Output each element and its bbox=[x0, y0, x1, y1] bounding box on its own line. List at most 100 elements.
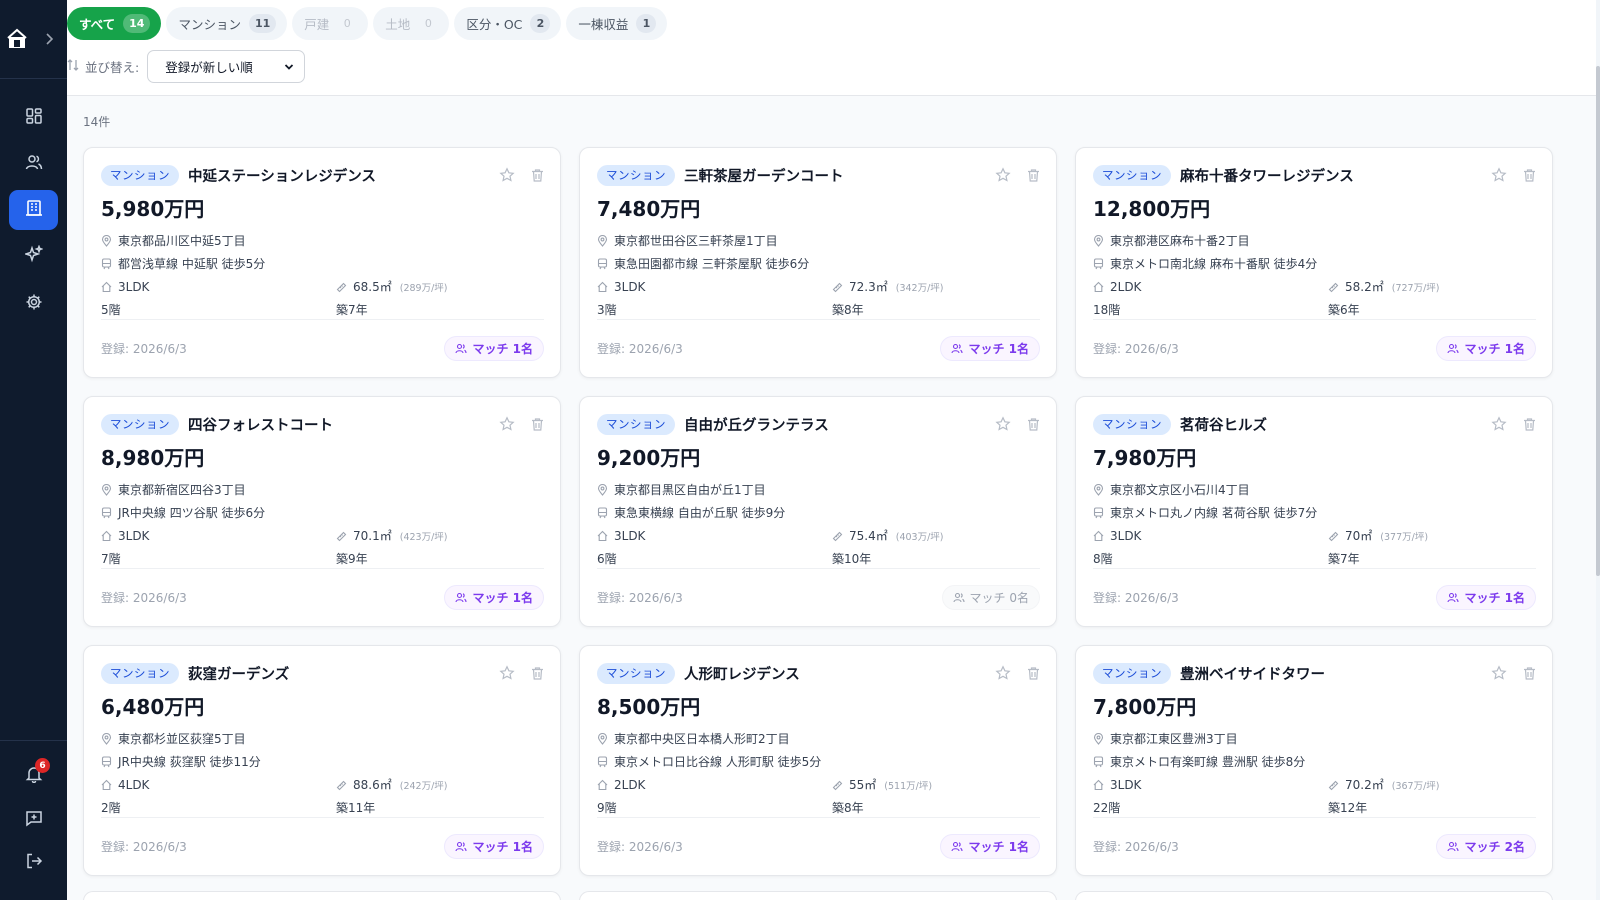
spec-row: 22階 築12年 bbox=[1093, 796, 1536, 819]
match-button[interactable]: マッチ 1名 bbox=[940, 336, 1040, 361]
trash-icon[interactable] bbox=[1520, 664, 1538, 682]
property-area: 68.5㎡ bbox=[353, 280, 392, 294]
property-card[interactable]: マンション 人形町レジデンス 8,500万円 東京都中央区日本橋人形町2丁目 東京メトロ… bbox=[579, 645, 1057, 876]
property-card[interactable]: マンション 豊洲ベイサイドタワー 7,800万円 東京都江東区豊洲3丁目 東京メトロ有楽… bbox=[1075, 645, 1553, 876]
tab-category[interactable]: 区分・OC 2 bbox=[454, 7, 562, 40]
home-logo-icon[interactable] bbox=[4, 26, 30, 52]
map-pin-icon bbox=[597, 483, 610, 496]
property-card[interactable]: マンション 四谷フォレストコート 8,980万円 東京都新宿区四谷3丁目 JR中央線 四… bbox=[83, 396, 561, 627]
property-layout: 3LDK bbox=[1110, 777, 1142, 792]
trash-icon[interactable] bbox=[1024, 415, 1042, 433]
card-actions bbox=[498, 415, 546, 433]
nav-logout[interactable] bbox=[9, 843, 58, 883]
registered-date: 登録: 2026/6/3 bbox=[101, 591, 187, 605]
nav-ai-matching[interactable] bbox=[9, 236, 58, 276]
card-footer: 登録: 2026/6/3 マッチ 1名 bbox=[101, 568, 544, 626]
property-grid: マンション 中延ステーションレジデンス 5,980万円 東京都品川区中延5丁目 都営浅草… bbox=[83, 147, 1580, 876]
tab-category[interactable]: 土地 0 bbox=[373, 7, 450, 40]
nav-customers[interactable] bbox=[9, 144, 58, 184]
property-card-partial[interactable] bbox=[1075, 891, 1553, 900]
trash-icon[interactable] bbox=[528, 664, 546, 682]
address-line: 東京都世田谷区三軒茶屋1丁目 bbox=[597, 229, 1040, 252]
property-name[interactable]: 茗荷谷ヒルズ bbox=[1180, 414, 1267, 435]
property-type-badge: マンション bbox=[1093, 413, 1171, 435]
ruler-icon bbox=[832, 530, 845, 542]
match-label: マッチ 1名 bbox=[472, 342, 533, 356]
property-type-badge: マンション bbox=[597, 164, 675, 186]
address-line: 東京都杉並区荻窪5丁目 bbox=[101, 727, 544, 750]
property-card[interactable]: マンション 自由が丘グランテラス 9,200万円 東京都目黒区自由が丘1丁目 東急東横線… bbox=[579, 396, 1057, 627]
star-icon[interactable] bbox=[1490, 664, 1508, 682]
match-button[interactable]: マッチ 1名 bbox=[444, 336, 544, 361]
match-button[interactable]: マッチ 1名 bbox=[444, 585, 544, 610]
match-button[interactable]: マッチ 1名 bbox=[1436, 585, 1536, 610]
match-button[interactable]: マッチ 1名 bbox=[444, 834, 544, 859]
scrollbar-track[interactable] bbox=[1596, 0, 1600, 900]
chevron-right-icon[interactable] bbox=[42, 30, 56, 48]
property-name[interactable]: 豊洲ベイサイドタワー bbox=[1180, 663, 1325, 684]
ruler-icon bbox=[1328, 779, 1341, 791]
property-name[interactable]: 麻布十番タワーレジデンス bbox=[1180, 165, 1354, 186]
property-card[interactable]: マンション 茗荷谷ヒルズ 7,980万円 東京都文京区小石川4丁目 東京メトロ丸ノ内線 … bbox=[1075, 396, 1553, 627]
star-icon[interactable] bbox=[498, 664, 516, 682]
star-icon[interactable] bbox=[994, 664, 1012, 682]
tab-count-badge: 14 bbox=[123, 14, 151, 33]
star-icon[interactable] bbox=[498, 166, 516, 184]
property-card-partial[interactable] bbox=[83, 891, 561, 900]
match-button[interactable]: マッチ 2名 bbox=[1436, 834, 1536, 859]
match-button[interactable]: マッチ 1名 bbox=[1436, 336, 1536, 361]
property-price: 6,480万円 bbox=[101, 695, 205, 719]
card-actions bbox=[498, 166, 546, 184]
card-footer: 登録: 2026/6/3 マッチ 1名 bbox=[597, 319, 1040, 377]
spec-row: 3LDK 75.4㎡ (403万/坪) bbox=[597, 524, 1040, 547]
property-layout: 2LDK bbox=[614, 777, 646, 792]
scrollbar-thumb[interactable] bbox=[1596, 66, 1600, 576]
tab-category[interactable]: 戸建 0 bbox=[292, 7, 369, 40]
star-icon[interactable] bbox=[994, 166, 1012, 184]
property-card[interactable]: マンション 中延ステーションレジデンス 5,980万円 東京都品川区中延5丁目 都営浅草… bbox=[83, 147, 561, 378]
tab-category[interactable]: マンション 11 bbox=[166, 7, 288, 40]
spec-row: 2LDK 58.2㎡ (727万/坪) bbox=[1093, 275, 1536, 298]
tsubo-price: (367万/坪) bbox=[1391, 780, 1440, 792]
nav-dashboard[interactable] bbox=[9, 98, 58, 138]
property-name[interactable]: 中延ステーションレジデンス bbox=[188, 165, 376, 186]
tab-category[interactable]: 一棟収益 1 bbox=[566, 7, 668, 40]
trash-icon[interactable] bbox=[528, 166, 546, 184]
property-card[interactable]: マンション 荻窪ガーデンズ 6,480万円 東京都杉並区荻窪5丁目 JR中央線 荻窪駅 … bbox=[83, 645, 561, 876]
match-button[interactable]: マッチ 0名 bbox=[941, 585, 1040, 610]
station-line: 東京メトロ丸ノ内線 茗荷谷駅 徒歩7分 bbox=[1093, 501, 1536, 524]
sidebar-divider bbox=[0, 78, 67, 79]
nav-settings[interactable] bbox=[9, 284, 58, 324]
spec-row: 5階 築7年 bbox=[101, 298, 544, 321]
nav-properties[interactable] bbox=[9, 190, 58, 230]
property-name[interactable]: 荻窪ガーデンズ bbox=[188, 663, 289, 684]
property-floor: 22階 bbox=[1093, 801, 1121, 815]
trash-icon[interactable] bbox=[1520, 166, 1538, 184]
nav-feedback[interactable] bbox=[9, 800, 58, 840]
trash-icon[interactable] bbox=[1024, 664, 1042, 682]
property-name[interactable]: 四谷フォレストコート bbox=[188, 414, 333, 435]
trash-icon[interactable] bbox=[1024, 166, 1042, 184]
property-layout: 3LDK bbox=[118, 279, 150, 294]
star-icon[interactable] bbox=[1490, 415, 1508, 433]
card-header: マンション 麻布十番タワーレジデンス bbox=[1093, 164, 1536, 186]
star-icon[interactable] bbox=[498, 415, 516, 433]
property-card[interactable]: マンション 三軒茶屋ガーデンコート 7,480万円 東京都世田谷区三軒茶屋1丁目 東急田… bbox=[579, 147, 1057, 378]
nav-notifications[interactable]: 6 bbox=[9, 756, 58, 796]
trash-icon[interactable] bbox=[528, 415, 546, 433]
tab-category[interactable]: すべて 14 bbox=[67, 7, 162, 40]
home-icon bbox=[1093, 779, 1106, 791]
property-name[interactable]: 三軒茶屋ガーデンコート bbox=[684, 165, 844, 186]
match-button[interactable]: マッチ 1名 bbox=[940, 834, 1040, 859]
property-name[interactable]: 人形町レジデンス bbox=[684, 663, 800, 684]
property-floor: 8階 bbox=[1093, 552, 1113, 566]
property-card-partial[interactable] bbox=[579, 891, 1057, 900]
property-name[interactable]: 自由が丘グランテラス bbox=[684, 414, 829, 435]
trash-icon[interactable] bbox=[1520, 415, 1538, 433]
star-icon[interactable] bbox=[994, 415, 1012, 433]
sort-select[interactable]: 登録が新しい順 bbox=[147, 49, 306, 83]
card-actions bbox=[498, 664, 546, 682]
star-icon[interactable] bbox=[1490, 166, 1508, 184]
property-card[interactable]: マンション 麻布十番タワーレジデンス 12,800万円 東京都港区麻布十番2丁目 東京メ… bbox=[1075, 147, 1553, 378]
sort-arrows-icon bbox=[67, 57, 79, 76]
